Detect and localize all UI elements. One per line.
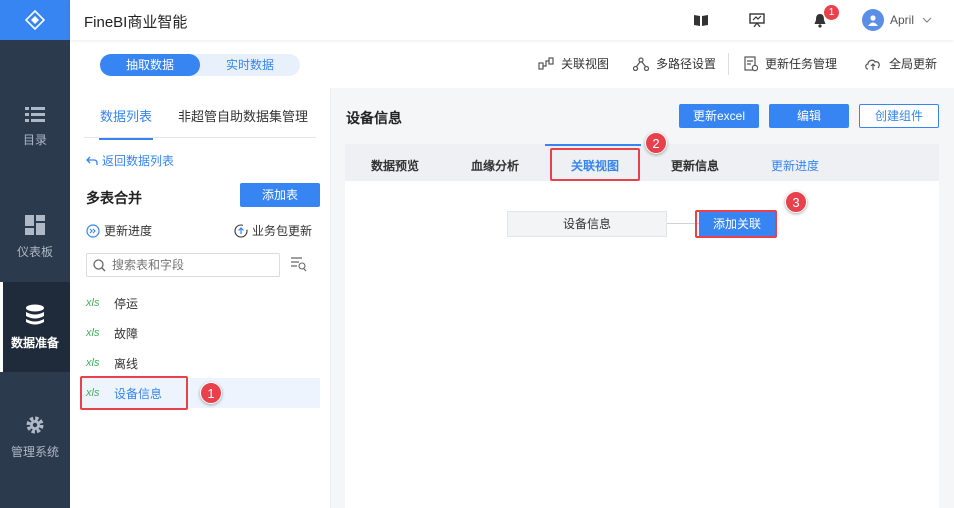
nav-label-data-prep: 数据准备: [10, 335, 59, 350]
multipath-label: 多路径设置: [656, 57, 717, 71]
app-title: FineBI商业智能: [84, 14, 188, 31]
relation-view-button[interactable]: 关联视图: [538, 55, 609, 72]
gear-icon: [26, 416, 44, 433]
highlight-box-3: [695, 210, 777, 238]
relation-view-canvas: 设备信息 添加关联: [345, 181, 939, 508]
table-title: 设备信息: [346, 110, 402, 126]
return-arrow-icon: [86, 156, 98, 165]
logo-icon: [25, 10, 45, 30]
create-component-button[interactable]: 创建组件: [859, 104, 939, 128]
callout-1: 1: [200, 382, 222, 404]
callout-3: 3: [785, 191, 807, 213]
tab-self-service-dataset[interactable]: 非超管自助数据集管理: [178, 106, 308, 125]
user-name: April: [890, 13, 915, 27]
table-item-label: 离线: [114, 356, 139, 371]
nav-item-dashboard[interactable]: 仪表板: [0, 192, 70, 282]
database-icon: [26, 304, 44, 324]
data-list-panel: 数据列表 非超管自助数据集管理 返回数据列表 多表合并 添加表 更新进度 业务包…: [70, 88, 330, 508]
realtime-data-button[interactable]: 实时数据: [200, 54, 300, 76]
update-task-label: 更新任务管理: [765, 57, 838, 71]
group-title: 多表合并: [86, 190, 142, 206]
back-to-data-list-link[interactable]: 返回数据列表: [86, 152, 174, 169]
dashboard-icon: [25, 214, 45, 235]
left-tabs: 数据列表 非超管自助数据集管理: [84, 88, 316, 140]
table-item-label: 停运: [114, 296, 139, 311]
search-icon: [93, 258, 106, 271]
relation-view-icon: [538, 56, 554, 70]
tab-update-info[interactable]: 更新信息: [671, 157, 719, 174]
highlight-box-2: [550, 148, 640, 181]
active-tab-indicator: [545, 144, 641, 146]
multipath-icon: [633, 56, 649, 71]
cloud-refresh-icon: [865, 59, 880, 70]
filter-list-icon[interactable]: [290, 256, 308, 272]
avatar: [862, 9, 884, 31]
user-menu[interactable]: April: [862, 9, 932, 31]
table-item-offline[interactable]: xls 离线: [80, 348, 320, 378]
package-update-label: 业务包更新: [252, 224, 313, 238]
table-item-label: 故障: [114, 326, 139, 341]
toolbar-divider: [728, 53, 729, 75]
notification-badge: 1: [824, 5, 839, 20]
book-icon[interactable]: [694, 14, 708, 26]
multipath-settings-button[interactable]: 多路径设置: [633, 55, 716, 72]
chevron-down-icon: [922, 17, 932, 23]
package-update-link[interactable]: 业务包更新: [234, 222, 312, 239]
finebi-logo[interactable]: [0, 0, 70, 40]
update-progress-label: 更新进度: [104, 224, 153, 238]
table-item-fault[interactable]: xls 故障: [80, 318, 320, 348]
upload-cycle-icon: [234, 223, 248, 238]
search-input[interactable]: [112, 258, 272, 272]
user-icon: [868, 15, 878, 26]
callout-2: 2: [645, 132, 667, 154]
tab-update-progress[interactable]: 更新进度: [771, 157, 819, 174]
task-document-icon: [744, 55, 758, 71]
nav-item-admin[interactable]: 管理系统: [0, 392, 70, 482]
back-link-label: 返回数据列表: [102, 154, 175, 168]
xls-file-icon: xls: [86, 357, 100, 369]
tab-data-list[interactable]: 数据列表: [98, 106, 154, 140]
table-node[interactable]: 设备信息: [507, 211, 667, 237]
xls-file-icon: xls: [86, 327, 100, 339]
update-progress-link[interactable]: 更新进度: [86, 222, 152, 239]
nav-label-catalog: 目录: [22, 132, 47, 147]
presentation-icon[interactable]: [749, 13, 765, 27]
detail-tabs: 数据预览 血缘分析 关联视图 更新信息 更新进度: [345, 144, 939, 181]
global-update-label: 全局更新: [889, 57, 938, 71]
tab-lineage-analysis[interactable]: 血缘分析: [471, 157, 519, 174]
main-nav: 目录 仪表板 数据准备 管理系统: [0, 0, 70, 508]
table-item-stop[interactable]: xls 停运: [80, 288, 320, 318]
edit-button[interactable]: 编辑: [769, 104, 849, 128]
tab-data-preview[interactable]: 数据预览: [371, 157, 419, 174]
relation-view-label: 关联视图: [561, 57, 610, 71]
top-header: FineBI商业智能 1 April: [70, 0, 954, 40]
nav-label-dashboard: 仪表板: [16, 244, 53, 259]
nav-label-admin: 管理系统: [10, 444, 59, 459]
progress-circle-icon: [86, 223, 100, 238]
data-mode-toggle: 抽取数据 实时数据: [100, 54, 300, 76]
add-table-button[interactable]: 添加表: [240, 183, 320, 207]
table-detail-panel: 设备信息 更新excel 编辑 创建组件 数据预览 血缘分析 关联视图 更新信息…: [331, 88, 954, 508]
search-field[interactable]: [86, 253, 280, 277]
highlight-box-1: [80, 376, 188, 410]
extract-data-button[interactable]: 抽取数据: [100, 54, 200, 76]
list-icon: [25, 106, 45, 122]
xls-file-icon: xls: [86, 297, 100, 309]
global-update-button[interactable]: 全局更新: [864, 55, 937, 72]
update-task-manage-button[interactable]: 更新任务管理: [744, 55, 837, 72]
nav-item-data-prep[interactable]: 数据准备: [0, 282, 70, 372]
update-excel-button[interactable]: 更新excel: [679, 104, 759, 128]
nav-item-catalog[interactable]: 目录: [0, 82, 70, 172]
